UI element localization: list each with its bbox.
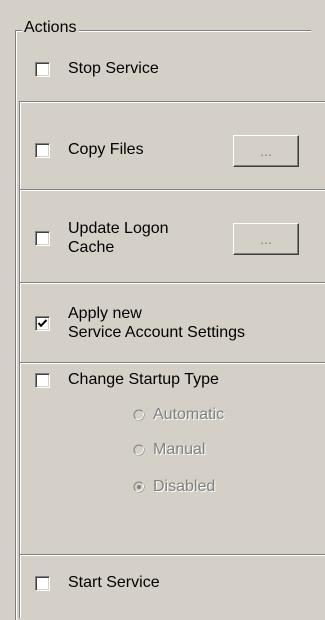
update-logon-cache-label-line1: Update Logon	[68, 220, 169, 237]
update-logon-cache-checkbox[interactable]	[35, 230, 50, 246]
startup-type-automatic-option[interactable]: Automatic	[133, 405, 224, 425]
update-logon-cache-option[interactable]: Update Logon Cache	[35, 219, 169, 257]
stop-service-label: Stop Service	[68, 60, 159, 77]
startup-type-automatic-label: Automatic	[153, 406, 225, 423]
startup-type-disabled-label: Disabled	[153, 478, 216, 495]
start-service-option[interactable]: Start Service	[35, 573, 160, 593]
actions-group-title: Actions	[22, 18, 80, 38]
change-startup-type-option[interactable]: Change Startup Type	[35, 370, 219, 390]
start-service-checkbox[interactable]	[35, 575, 50, 591]
radio-unselected-icon	[133, 444, 145, 456]
apply-account-settings-checkbox[interactable]	[35, 315, 50, 331]
copy-files-label: Copy Files	[68, 141, 144, 158]
startup-type-manual-option[interactable]: Manual	[133, 440, 205, 460]
radio-unselected-icon	[133, 409, 145, 421]
apply-account-settings-option[interactable]: Apply new Service Account Settings	[35, 304, 245, 342]
copy-files-checkbox[interactable]	[35, 142, 50, 158]
apply-account-settings-label: Apply new Service Account Settings	[68, 304, 245, 342]
start-service-label: Start Service	[68, 574, 160, 591]
apply-account-settings-label-line1: Apply new	[68, 305, 142, 322]
change-startup-type-checkbox[interactable]	[35, 372, 50, 388]
checkmark-icon	[37, 318, 48, 327]
stop-service-option[interactable]: Stop Service	[35, 59, 159, 79]
update-logon-cache-label-line2: Cache	[68, 239, 115, 256]
copy-files-browse-button[interactable]: ...	[233, 135, 299, 167]
startup-type-disabled-option[interactable]: Disabled	[133, 477, 215, 497]
copy-files-option[interactable]: Copy Files	[35, 140, 144, 160]
stop-service-checkbox[interactable]	[35, 61, 50, 77]
radio-selected-icon	[133, 481, 145, 493]
update-logon-cache-label: Update Logon Cache	[68, 219, 169, 257]
apply-account-settings-label-line2: Service Account Settings	[68, 324, 245, 341]
change-startup-type-label: Change Startup Type	[68, 371, 219, 388]
startup-type-manual-label: Manual	[153, 441, 206, 458]
update-logon-cache-browse-button[interactable]: ...	[233, 223, 299, 255]
